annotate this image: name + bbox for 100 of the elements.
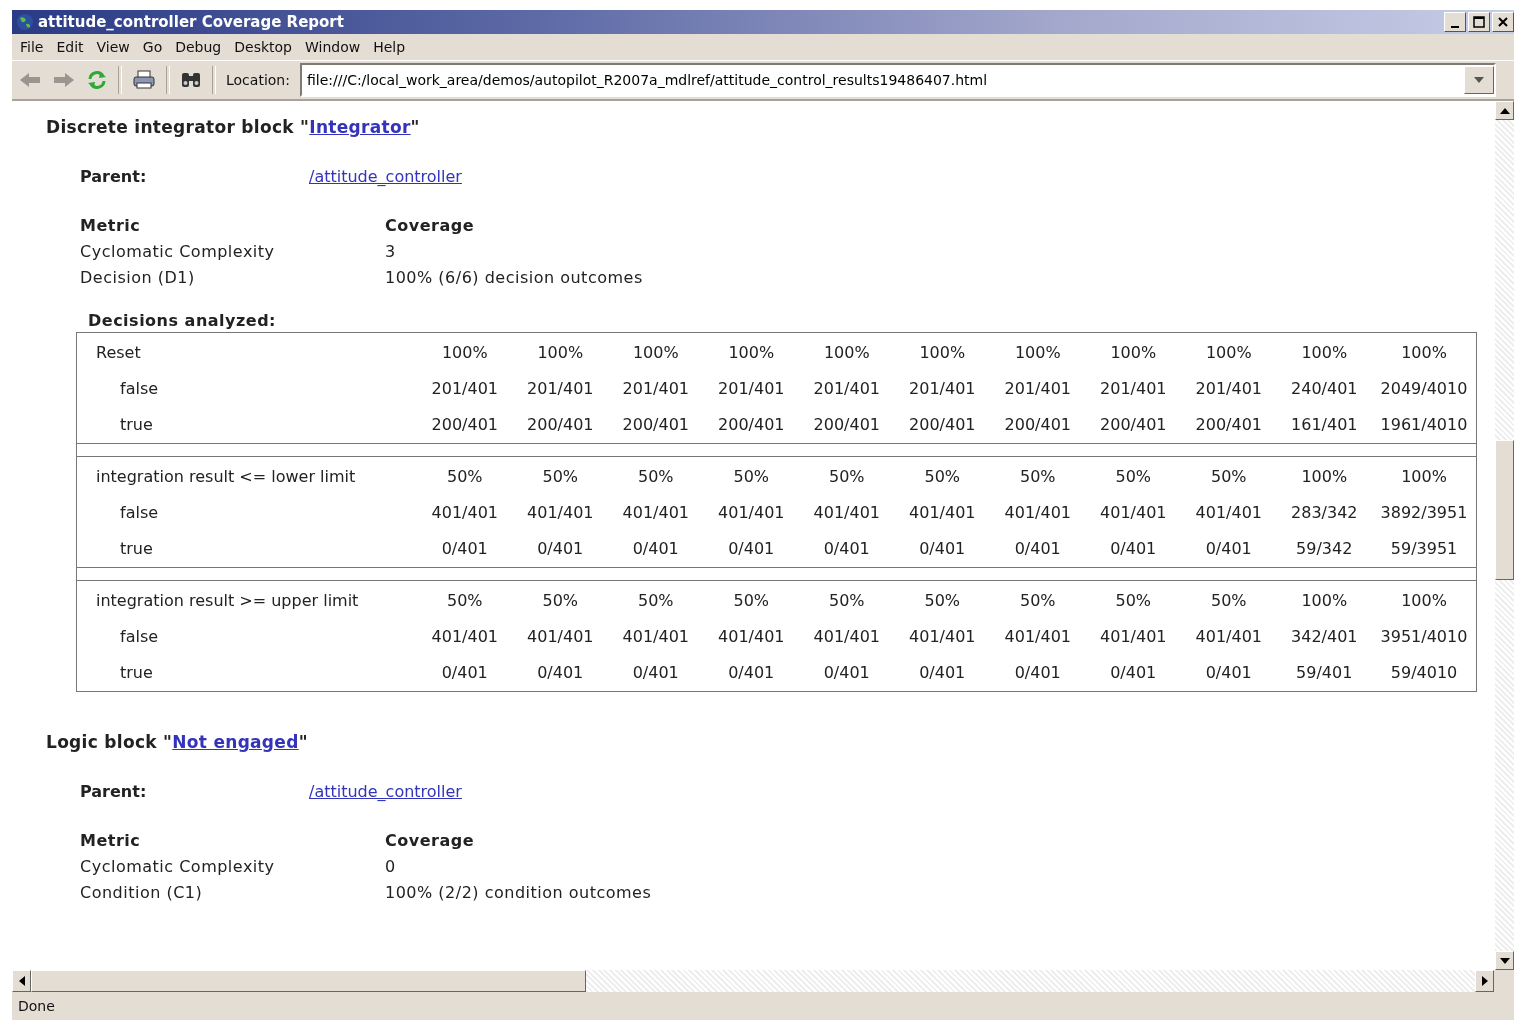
menu-item[interactable]: Go: [138, 39, 172, 55]
block-link[interactable]: Integrator: [309, 117, 411, 137]
menu-item[interactable]: File: [16, 39, 53, 55]
location-field[interactable]: file:///C:/local_work_area/demos/autopilot_R2007a_mdlref/attitude_control_results19486407.html: [299, 63, 1496, 97]
outcome-label: true: [119, 414, 154, 434]
parent-link[interactable]: /attitude_controller: [309, 782, 462, 801]
metric-value: 3: [385, 242, 397, 261]
block-heading: Logic block "Not engaged": [46, 732, 309, 752]
metric-name: Decision (D1): [80, 268, 196, 287]
location-label: Location:: [226, 72, 290, 88]
outcome-label: false: [119, 626, 160, 646]
table-cell-text: 401/401: [1194, 626, 1263, 646]
metric-name: Cyclomatic Complexity: [80, 242, 276, 261]
table-cell-text: 201/401: [812, 378, 881, 398]
dropdown-button[interactable]: [1464, 66, 1494, 94]
table-cell-text: 50%: [827, 466, 866, 486]
outcome-label: false: [119, 502, 160, 522]
table-cell-text: 200/401: [717, 414, 786, 434]
caret-down-icon: [1499, 957, 1510, 964]
table-cell-text: 0/401: [918, 662, 967, 682]
table-cell-text: 200/401: [1194, 414, 1263, 434]
column-header: Metric: [80, 831, 142, 850]
parent-link[interactable]: /attitude_controller: [309, 167, 462, 186]
table-cell-text: 0/401: [1204, 662, 1253, 682]
printer-icon[interactable]: [132, 70, 156, 90]
table-cell-text: 100%: [440, 342, 489, 362]
scroll-right-button[interactable]: [1475, 970, 1494, 992]
table-cell-text: 50%: [1114, 466, 1153, 486]
table-cell-text: 0/401: [822, 662, 871, 682]
maximize-button[interactable]: [1468, 12, 1490, 32]
status-text: Done: [17, 997, 56, 1016]
table-cell-text: 201/401: [621, 378, 690, 398]
table-cell-text: 50%: [923, 466, 962, 486]
table-cell-text: 100%: [822, 342, 871, 362]
minimize-button[interactable]: [1444, 12, 1466, 32]
table-cell-text: 200/401: [1003, 414, 1072, 434]
outcome-label: true: [119, 538, 154, 558]
table-cell-text: 401/401: [717, 626, 786, 646]
scroll-left-button[interactable]: [12, 970, 31, 992]
metric-name: Cyclomatic Complexity: [80, 857, 276, 876]
menu-item[interactable]: Window: [301, 39, 370, 55]
table-cell-text: 401/401: [1194, 502, 1263, 522]
metric-value: 0: [385, 857, 397, 876]
table-cell-text: 0/401: [727, 662, 776, 682]
decision-label: Reset: [95, 342, 142, 362]
minimize-icon: [1451, 26, 1459, 28]
close-button[interactable]: [1492, 12, 1514, 32]
scroll-thumb[interactable]: [1495, 440, 1514, 580]
table-cell-text: 401/401: [526, 502, 595, 522]
table-cell-text: 100%: [1400, 342, 1448, 362]
table-cell-text: 201/401: [1194, 378, 1263, 398]
table-cell-text: 100%: [1013, 342, 1062, 362]
table-cell-text: 50%: [732, 466, 771, 486]
table-cell-text: 0/401: [440, 538, 489, 558]
table-cell-text: 59/3951: [1389, 538, 1459, 558]
maximize-icon: [1473, 16, 1485, 28]
table-cell-text: 59/401: [1295, 662, 1354, 682]
block-heading: Discrete integrator block "Integrator": [46, 117, 421, 137]
table-cell-text: 342/401: [1290, 626, 1359, 646]
table-cell-text: 100%: [536, 342, 585, 362]
table-cell-text: 0/401: [727, 538, 776, 558]
scroll-thumb[interactable]: [31, 970, 586, 992]
table-cell-text: 201/401: [526, 378, 595, 398]
table-cell-text: 100%: [1400, 590, 1448, 610]
table-cell-text: 100%: [727, 342, 776, 362]
table-cell-text: 401/401: [908, 626, 977, 646]
table-cell-text: 0/401: [1013, 538, 1062, 558]
outcome-label: false: [119, 378, 160, 398]
scroll-up-button[interactable]: [1495, 101, 1514, 120]
menu-item[interactable]: Debug: [171, 39, 231, 55]
table-cell-text: 100%: [918, 342, 967, 362]
block-link[interactable]: Not engaged: [172, 732, 299, 752]
outcome-label: true: [119, 662, 154, 682]
menu-item[interactable]: Help: [369, 39, 415, 55]
table-cell-text: 201/401: [1003, 378, 1072, 398]
table-cell-text: 50%: [1209, 466, 1248, 486]
scroll-down-button[interactable]: [1495, 951, 1514, 970]
table-cell-text: 50%: [541, 590, 580, 610]
column-header: Metric: [80, 216, 142, 235]
menu-item[interactable]: View: [92, 39, 139, 55]
table-cell-text: 0/401: [822, 538, 871, 558]
table-cell-text: 50%: [541, 466, 580, 486]
table-cell-text: 401/401: [812, 502, 881, 522]
menu-item[interactable]: Edit: [52, 39, 93, 55]
column-header: Coverage: [385, 216, 475, 235]
table-cell-text: 283/342: [1290, 502, 1359, 522]
table-cell-text: 401/401: [717, 502, 786, 522]
decision-label: integration result <= lower limit: [95, 466, 357, 486]
table-cell-text: 0/401: [440, 662, 489, 682]
menu-item[interactable]: Desktop: [230, 39, 301, 55]
table-cell-text: 3951/4010: [1379, 626, 1469, 646]
table-cell-text: 0/401: [536, 538, 585, 558]
metric-name: Condition (C1): [80, 883, 204, 902]
table-cell-text: 200/401: [430, 414, 499, 434]
binoculars-icon[interactable]: [180, 71, 202, 89]
table-cell-text: 200/401: [526, 414, 595, 434]
table-cell-text: 100%: [631, 342, 680, 362]
caret-right-icon: [1481, 976, 1488, 986]
table-cell-text: 100%: [1300, 342, 1349, 362]
table-cell-text: 3892/3951: [1379, 502, 1469, 522]
